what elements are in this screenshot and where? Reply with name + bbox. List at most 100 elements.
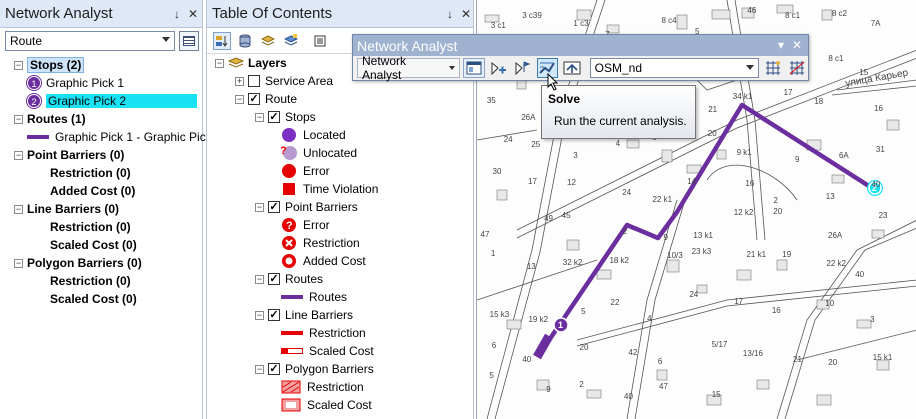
address-label: 12 (567, 177, 576, 187)
toc-layers-root[interactable]: − Layers (215, 54, 287, 72)
barrier-restriction-icon (281, 235, 297, 251)
collapse-icon[interactable]: − (255, 274, 264, 284)
tree-item-line-barriers[interactable]: − Line Barriers (0) (14, 200, 119, 218)
address-label: 40 (855, 269, 865, 279)
list-item-barrier-type[interactable]: Scaled Cost (0) (50, 236, 137, 254)
layer-label: Route (265, 92, 298, 106)
network-dataset-combo[interactable]: OSM_nd (589, 58, 760, 78)
collapse-icon[interactable]: − (255, 310, 264, 320)
toolbar-title-bar[interactable]: Network Analyst ▾ ✕ (353, 35, 808, 56)
address-label: 5/17 (711, 340, 728, 350)
collapse-icon[interactable]: − (255, 202, 264, 212)
select-move-location-button[interactable] (512, 58, 533, 78)
address-label: 20 (828, 357, 838, 367)
properties-button[interactable] (179, 31, 199, 51)
address-label: 16 (874, 104, 883, 114)
list-by-drawing-order-button[interactable] (213, 31, 231, 50)
network-analyst-window-button[interactable] (463, 58, 485, 78)
address-label: 3 c1 (490, 20, 506, 30)
route-path[interactable] (537, 102, 874, 357)
visibility-checkbox[interactable]: ✓ (268, 201, 280, 213)
directions-button[interactable] (561, 58, 582, 78)
build-network-button[interactable] (762, 58, 783, 78)
visibility-checkbox[interactable]: ✓ (268, 273, 280, 285)
pin-icon[interactable]: ↓ (170, 7, 184, 21)
list-by-source-button[interactable] (236, 32, 254, 50)
list-by-visibility-button[interactable] (259, 32, 277, 50)
toc-sublayer-line-barriers[interactable]: − ✓ Line Barriers (255, 306, 353, 324)
address-label: 10 (825, 298, 835, 308)
visibility-checkbox[interactable] (248, 75, 260, 87)
tree-item-stops[interactable]: − Stops (2) (14, 56, 85, 74)
address-label: 7A (870, 18, 881, 28)
tree-item-polygon-barriers[interactable]: − Polygon Barriers (0) (14, 254, 142, 272)
collapse-icon[interactable]: − (255, 112, 264, 122)
toc-window-title: Table Of Contents (212, 5, 333, 22)
list-item-barrier-type[interactable]: Restriction (0) (50, 272, 131, 290)
legend-label: Scaled Cost (307, 398, 372, 412)
close-icon[interactable]: ✕ (186, 7, 200, 21)
collapse-icon[interactable]: − (215, 58, 224, 68)
barrier-added-cost-icon (281, 253, 297, 269)
unlocated-symbol-icon: ? (281, 145, 297, 161)
collapse-icon[interactable]: − (14, 258, 23, 268)
visibility-checkbox[interactable]: ✓ (248, 93, 260, 105)
list-item-stop[interactable]: 2 Graphic Pick 2 (27, 92, 197, 110)
address-label: 9 k1 (736, 148, 752, 158)
list-item-stop[interactable]: 1 Graphic Pick 1 (27, 74, 124, 92)
close-icon[interactable]: ✕ (791, 38, 803, 52)
address-label: 17 (734, 296, 744, 306)
dropdown-icon[interactable]: ▾ (775, 38, 787, 52)
list-item-route[interactable]: Graphic Pick 1 - Graphic Pick (27, 128, 212, 146)
collapse-icon[interactable]: − (235, 94, 244, 104)
collapse-icon[interactable]: − (14, 150, 23, 160)
mouse-cursor-icon (547, 73, 559, 91)
collapse-icon[interactable]: − (14, 204, 23, 214)
address-label: 8 c2 (831, 8, 847, 18)
toc-layer-route[interactable]: − ✓ Route (235, 90, 297, 108)
address-label: 1 c3 (573, 19, 589, 29)
network-analyst-window: Network Analyst ↓ ✕ Route − Stops (2) 1 … (0, 0, 212, 419)
barrier-type-label: Scaled Cost (0) (50, 238, 137, 252)
chevron-down-icon (162, 37, 170, 42)
visibility-checkbox[interactable]: ✓ (268, 111, 280, 123)
barrier-error-icon: ? (281, 217, 297, 233)
toc-sublayer-routes[interactable]: − ✓ Routes (255, 270, 323, 288)
collapse-icon[interactable]: − (14, 114, 23, 124)
network-grid-icon (789, 61, 805, 75)
list-item-barrier-type[interactable]: Restriction (0) (50, 164, 131, 182)
legend-label: Located (303, 128, 346, 142)
list-item-barrier-type[interactable]: Scaled Cost (0) (50, 290, 137, 308)
legend-label: Error (303, 218, 330, 232)
collapse-icon[interactable]: − (255, 364, 264, 374)
network-identify-button[interactable] (787, 58, 808, 78)
address-label: 13 k1 (693, 231, 713, 241)
create-network-location-button[interactable] (488, 58, 509, 78)
network-analyst-menu[interactable]: Network Analyst (357, 54, 461, 82)
options-button[interactable] (311, 32, 329, 50)
list-item-barrier-type[interactable]: Restriction (0) (50, 218, 131, 236)
tree-item-routes[interactable]: − Routes (1) (14, 110, 86, 128)
toc-sublayer-point-barriers[interactable]: − ✓ Point Barriers (255, 198, 358, 216)
collapse-icon[interactable]: − (14, 60, 23, 70)
close-icon[interactable]: ✕ (459, 7, 473, 21)
toc-layer-service-area[interactable]: + Service Area (235, 72, 333, 90)
visibility-checkbox[interactable]: ✓ (268, 309, 280, 321)
tree-item-point-barriers[interactable]: − Point Barriers (0) (14, 146, 124, 164)
legend-item: Error (281, 162, 330, 180)
toc-sublayer-polygon-barriers[interactable]: − ✓ Polygon Barriers (255, 360, 374, 378)
toc-sublayer-stops[interactable]: − ✓ Stops (255, 108, 316, 126)
address-label: 25 (531, 140, 541, 150)
stop-label: Graphic Pick 2 (46, 94, 197, 108)
address-label: 23 k3 (691, 247, 712, 257)
list-by-selection-button[interactable] (282, 32, 300, 50)
address-label: 23 (878, 210, 888, 220)
list-item-barrier-type[interactable]: Added Cost (0) (50, 182, 135, 200)
address-label: 21 (793, 355, 802, 365)
time-violation-symbol-icon (281, 181, 297, 197)
visibility-checkbox[interactable]: ✓ (268, 363, 280, 375)
pin-icon[interactable]: ↓ (443, 7, 457, 21)
svg-text:?: ? (286, 220, 293, 232)
expand-icon[interactable]: + (235, 76, 244, 86)
analysis-layer-combo[interactable]: Route (5, 31, 175, 51)
